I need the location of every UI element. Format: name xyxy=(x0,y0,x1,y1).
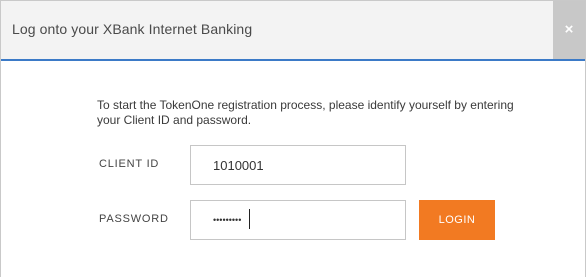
instruction-text: To start the TokenOne registration proce… xyxy=(97,98,514,127)
dialog-title: Log onto your XBank Internet Banking xyxy=(12,21,253,37)
dialog-header: Log onto your XBank Internet Banking × xyxy=(1,1,585,61)
password-input[interactable] xyxy=(190,200,406,240)
client-id-input[interactable] xyxy=(190,145,406,185)
login-button[interactable]: LOGIN xyxy=(419,200,495,240)
password-label: PASSWORD xyxy=(99,213,169,225)
close-button[interactable]: × xyxy=(553,1,585,59)
login-dialog: Log onto your XBank Internet Banking × T… xyxy=(0,0,586,277)
text-cursor xyxy=(249,209,250,229)
client-id-label: CLIENT ID xyxy=(99,158,160,170)
close-icon: × xyxy=(564,21,574,38)
